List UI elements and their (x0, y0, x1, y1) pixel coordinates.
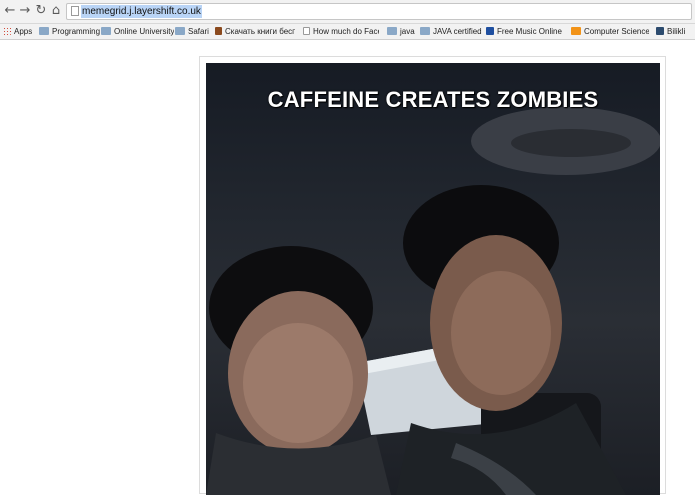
back-arrow-icon[interactable]: ← (3, 4, 17, 18)
bookmark-free-music[interactable]: Free Music Online - (486, 26, 564, 38)
left-person-face-light (243, 323, 353, 443)
bookmark-books[interactable]: Скачать книги бесп (215, 26, 295, 38)
bookmark-programming[interactable]: Programming (39, 26, 100, 38)
bookmark-java-certified[interactable]: JAVA certified (420, 26, 482, 38)
meme-card: CAFFEINE CREATES ZOMBIES (199, 56, 666, 495)
bookmark-safari[interactable]: Safari (175, 26, 209, 38)
car-handle-inner (511, 129, 631, 157)
bookmark-computer-science[interactable]: Computer Science, f (571, 26, 649, 38)
bookmark-bilikli[interactable]: Bilikli (656, 26, 695, 38)
book-icon (215, 27, 222, 35)
bookmark-facebook-article[interactable]: How much do Faceb (303, 26, 379, 38)
url-text[interactable]: memegrid.j.layershift.co.uk (81, 5, 202, 18)
bookmark-online-university[interactable]: Online University (101, 26, 174, 38)
reload-icon[interactable]: ↻ (34, 4, 48, 18)
page-icon (71, 6, 79, 16)
bookmark-apps[interactable]: Apps (3, 26, 32, 38)
meme-caption: CAFFEINE CREATES ZOMBIES (267, 87, 599, 112)
home-icon[interactable]: ⌂ (49, 4, 63, 18)
bookmarks-bar: Apps Programming Online University Safar… (0, 24, 695, 40)
folder-icon (101, 27, 111, 35)
orange-icon (571, 27, 581, 35)
bilkli-icon (656, 27, 664, 35)
folder-icon (387, 27, 397, 35)
photo-illustration (206, 107, 660, 495)
forward-arrow-icon[interactable]: → (18, 4, 32, 18)
facebook-icon (486, 27, 494, 35)
browser-toolbar: ← → ↻ ⌂ memegrid.j.layershift.co.uk (0, 0, 695, 24)
folder-icon (175, 27, 185, 35)
folder-icon (39, 27, 49, 35)
page-icon (303, 27, 310, 35)
meme-photo: CAFFEINE CREATES ZOMBIES (206, 63, 660, 495)
bookmark-java[interactable]: java (387, 26, 415, 38)
address-bar[interactable]: memegrid.j.layershift.co.uk (66, 3, 692, 20)
apps-grid-icon (3, 27, 11, 35)
folder-icon (420, 27, 430, 35)
right-person-face-light (451, 271, 551, 395)
